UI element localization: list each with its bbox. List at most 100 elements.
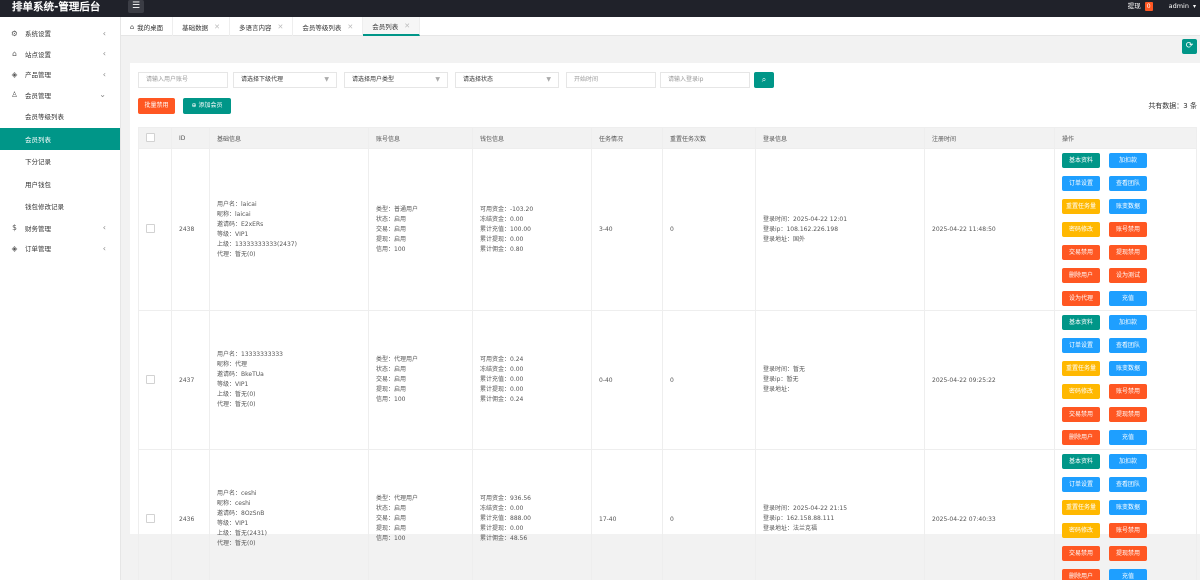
refresh-icon[interactable]: ⟳	[1182, 39, 1197, 54]
wallet-info-line: 累计佣金：48.56	[480, 535, 528, 542]
close-icon[interactable]: ✕	[214, 23, 220, 31]
tab-language[interactable]: 多语言内容 ✕	[230, 17, 294, 36]
view-team-button[interactable]: 查看团队	[1109, 477, 1147, 492]
account-info-line: 交易：启用	[376, 515, 407, 522]
sidebar-subitem[interactable]: 用户钱包	[0, 173, 120, 196]
change-password-button[interactable]: 密码修改	[1062, 523, 1100, 538]
tab-basic-data[interactable]: 基础数据 ✕	[173, 17, 231, 36]
adjust-balance-button[interactable]: 加扣款	[1109, 454, 1147, 469]
sidebar-subitem[interactable]: 下分记录	[0, 150, 120, 173]
order-settings-button[interactable]: 订单设置	[1062, 477, 1100, 492]
disable-trade-button[interactable]: 交易禁用	[1062, 407, 1100, 422]
close-icon[interactable]: ✕	[404, 22, 410, 30]
cube-icon: ◈	[11, 69, 18, 79]
adjust-balance-button[interactable]: 加扣款	[1109, 315, 1147, 330]
tab-member-levels[interactable]: 会员等级列表 ✕	[293, 17, 364, 36]
delete-user-button[interactable]: 删除用户	[1062, 569, 1100, 580]
recharge-button[interactable]: 充值	[1109, 569, 1147, 580]
view-team-button[interactable]: 查看团队	[1109, 338, 1147, 353]
chevron-down-icon[interactable]: ▾	[1193, 1, 1196, 12]
basic-info-button[interactable]: 基本资料	[1062, 315, 1100, 330]
account-search-input[interactable]: 请输入用户账号	[138, 72, 228, 88]
close-icon[interactable]: ✕	[347, 23, 353, 31]
order-settings-button[interactable]: 订单设置	[1062, 176, 1100, 191]
batch-disable-button[interactable]: 批量禁用	[138, 98, 175, 114]
row-checkbox[interactable]	[146, 513, 155, 523]
menu-toggle-icon[interactable]: ☰	[128, 0, 144, 13]
row-checkbox[interactable]	[146, 374, 155, 384]
set-test-button[interactable]: 设为测试	[1109, 268, 1147, 283]
status-select[interactable]: 请选择状态 ▼	[455, 72, 559, 88]
user-type-select[interactable]: 请选择用户类型 ▼	[344, 72, 448, 88]
cube-icon: ◈	[11, 243, 18, 253]
task-cell: 0-40	[591, 310, 663, 450]
sidebar-item[interactable]: ◈ 订单管理 ‹	[0, 238, 120, 259]
ip-search-input[interactable]: 请输入登录ip	[660, 72, 750, 88]
login-info-line: 登录ip：108.162.226.198	[763, 225, 839, 233]
reset-tasks-button[interactable]: 重置任务量	[1062, 500, 1100, 515]
balance-log-button[interactable]: 账变数据	[1109, 361, 1147, 376]
member-table: ID 基础信息 账号信息 钱包信息 任务情况 重置任务次数 登录信息 注册时间 …	[138, 127, 1197, 580]
col-header-wallet: 钱包信息	[472, 127, 592, 149]
disable-account-button[interactable]: 账号禁用	[1109, 222, 1147, 237]
adjust-balance-button[interactable]: 加扣款	[1109, 153, 1147, 168]
change-password-button[interactable]: 密码修改	[1062, 384, 1100, 399]
close-icon[interactable]: ✕	[278, 23, 284, 31]
tab-bar: ⌂ 我的桌面 基础数据 ✕ 多语言内容 ✕ 会员等级列表 ✕ 会员列表 ✕	[121, 17, 1200, 36]
sidebar-item[interactable]: ◈ 产品管理 ‹	[0, 64, 120, 85]
balance-log-button[interactable]: 账变数据	[1109, 500, 1147, 515]
ops-button-group: 基本资料 加扣款 订单设置 查看团队 重置任务量 账变数据 密码修改 账号禁用 交易禁用 提现禁用…	[1062, 311, 1196, 449]
basic-info-button[interactable]: 基本资料	[1062, 454, 1100, 469]
disable-withdraw-button[interactable]: 提现禁用	[1109, 407, 1147, 422]
set-agent-button[interactable]: 设为代理	[1062, 291, 1100, 306]
row-checkbox[interactable]	[146, 224, 155, 233]
reset-cell: 0	[662, 310, 756, 450]
gear-icon: ⚙	[11, 28, 18, 38]
disable-account-button[interactable]: 账号禁用	[1109, 384, 1147, 399]
disable-trade-button[interactable]: 交易禁用	[1062, 546, 1100, 561]
basic-info-line: 邀请码：8OzSnB	[217, 510, 265, 517]
account-info-line: 交易：启用	[376, 225, 407, 233]
delete-user-button[interactable]: 删除用户	[1062, 430, 1100, 445]
start-time-input[interactable]: 开始时间	[566, 72, 656, 88]
tab-member-list[interactable]: 会员列表 ✕	[363, 17, 421, 36]
view-team-button[interactable]: 查看团队	[1109, 176, 1147, 191]
col-header-basic: 基础信息	[209, 127, 369, 149]
sidebar-subitem[interactable]: 钱包修改记录	[0, 195, 120, 218]
balance-log-button[interactable]: 账变数据	[1109, 199, 1147, 214]
withdraw-notice-link[interactable]: 提现	[1128, 1, 1141, 12]
delete-user-button[interactable]: 删除用户	[1062, 268, 1100, 283]
task-cell: 17-40	[591, 449, 663, 580]
basic-info-line: 代理：暂无(0)	[217, 401, 256, 408]
basic-info-button[interactable]: 基本资料	[1062, 153, 1100, 168]
sidebar-subitem[interactable]: 会员等级列表	[0, 105, 120, 128]
add-member-button[interactable]: ⊕ 添加会员	[183, 98, 231, 114]
disable-trade-button[interactable]: 交易禁用	[1062, 245, 1100, 260]
sidebar-item[interactable]: ⌂ 站点设置 ‹	[0, 44, 120, 65]
order-settings-button[interactable]: 订单设置	[1062, 338, 1100, 353]
sidebar-item[interactable]: $ 财务管理 ‹	[0, 218, 120, 239]
recharge-button[interactable]: 充值	[1109, 291, 1147, 306]
agent-select[interactable]: 请选择下级代理 ▼	[233, 72, 337, 88]
wallet-info-line: 累计佣金：0.24	[480, 396, 524, 403]
account-info-cell: 类型：普通用户 状态：启用 交易：启用 提现：启用 信用：100	[368, 148, 473, 311]
account-info-line: 信用：100	[376, 396, 406, 403]
disable-withdraw-button[interactable]: 提现禁用	[1109, 245, 1147, 260]
change-password-button[interactable]: 密码修改	[1062, 222, 1100, 237]
table-row: 2436 用户名：ceshi 昵称：ceshi 邀请码：8OzSnB 等级：VIP1 上级…	[138, 449, 1197, 580]
sidebar-item[interactable]: ⚙ 系统设置 ‹	[0, 23, 120, 44]
search-button[interactable]: ⌕	[754, 72, 774, 88]
disable-account-button[interactable]: 账号禁用	[1109, 523, 1147, 538]
tab-desktop[interactable]: ⌂ 我的桌面	[121, 17, 174, 36]
sidebar-item[interactable]: ♙ 会员管理 ⌄	[0, 85, 120, 106]
chevron-left-icon: ‹	[102, 243, 106, 253]
recharge-button[interactable]: 充值	[1109, 430, 1147, 445]
reset-tasks-button[interactable]: 重置任务量	[1062, 361, 1100, 376]
admin-user-menu[interactable]: admin	[1169, 1, 1189, 12]
reg-time-cell: 2025-04-22 07:40:33	[924, 449, 1055, 580]
reset-tasks-button[interactable]: 重置任务量	[1062, 199, 1100, 214]
wallet-info-cell: 可用资金：-103.20 冻结资金：0.00 累计充值：100.00 累计提现：0.0…	[472, 148, 592, 311]
sidebar-subitem[interactable]: 会员列表	[0, 127, 120, 150]
select-all-checkbox[interactable]	[146, 132, 155, 142]
disable-withdraw-button[interactable]: 提现禁用	[1109, 546, 1147, 561]
